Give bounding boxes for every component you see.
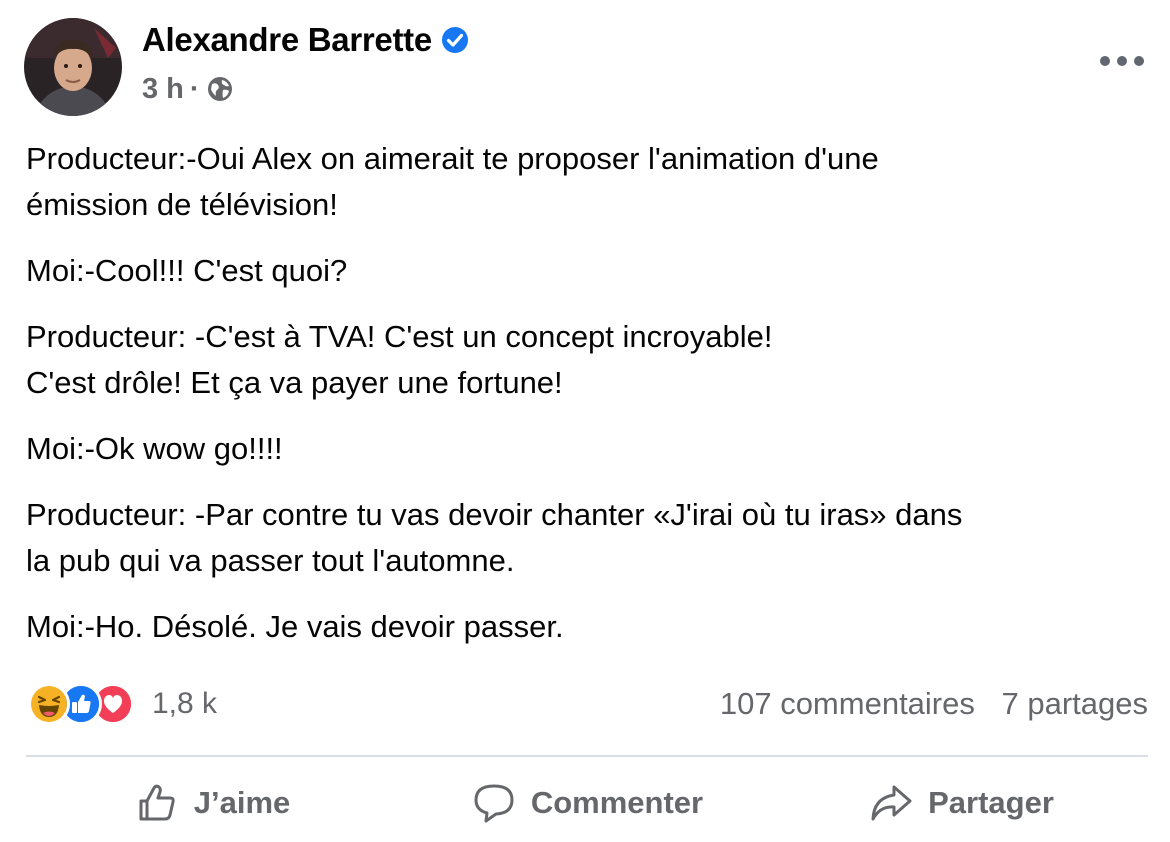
comment-bubble-icon	[474, 784, 514, 823]
divider	[26, 755, 1148, 757]
post-paragraph: Moi:-Cool!!! C'est quoi?	[26, 253, 348, 288]
share-arrow-icon	[871, 785, 912, 821]
more-dot	[1117, 56, 1127, 66]
share-button[interactable]: Partager	[774, 770, 1148, 836]
comment-label: Commenter	[530, 785, 704, 820]
post-paragraph: Moi:-Ok wow go!!!!	[26, 431, 283, 466]
reaction-count[interactable]: 1,8 k	[152, 687, 217, 721]
more-options-icon[interactable]	[1100, 46, 1144, 76]
post-meta: 3 h ·	[142, 72, 234, 106]
meta-separator: ·	[189, 73, 200, 105]
verified-badge-icon	[440, 24, 470, 54]
comments-count[interactable]: 107 commentaires	[720, 686, 975, 721]
globe-icon[interactable]	[206, 75, 234, 103]
avatar[interactable]	[24, 18, 122, 116]
post-paragraph: Moi:-Ho. Désolé. Je vais devoir passer.	[26, 609, 564, 644]
thumbs-up-icon	[139, 784, 175, 821]
haha-icon	[28, 683, 70, 725]
comment-button[interactable]: Commenter	[400, 770, 774, 836]
like-label: J’aime	[193, 785, 291, 820]
more-dot	[1100, 56, 1110, 66]
engagement-summary: 107 commentaires 7 partages	[720, 682, 1148, 726]
author-name[interactable]: Alexandre Barrette	[142, 21, 432, 58]
share-label: Partager	[928, 785, 1054, 820]
post-paragraph: Producteur:-Oui Alex on aimerait te prop…	[26, 141, 879, 222]
post-paragraph: Producteur: -Par contre tu vas devoir ch…	[26, 497, 963, 578]
facebook-post: Alexandre Barrette 3 h · Producteur:-Oui…	[0, 0, 1170, 842]
avatar-image	[24, 18, 122, 116]
post-timestamp[interactable]: 3 h	[142, 72, 184, 106]
author-name-row: Alexandre Barrette	[142, 20, 470, 60]
shares-count[interactable]: 7 partages	[1002, 686, 1149, 721]
post-paragraph: Producteur: -C'est à TVA! C'est un conce…	[26, 319, 773, 400]
post-body: Producteur:-Oui Alex on aimerait te prop…	[26, 136, 1136, 670]
post-actions: J’aime Commenter Partager	[26, 770, 1148, 836]
reactions-summary[interactable]: 1,8 k	[28, 682, 217, 726]
more-dot	[1134, 56, 1144, 66]
like-button[interactable]: J’aime	[26, 770, 400, 836]
